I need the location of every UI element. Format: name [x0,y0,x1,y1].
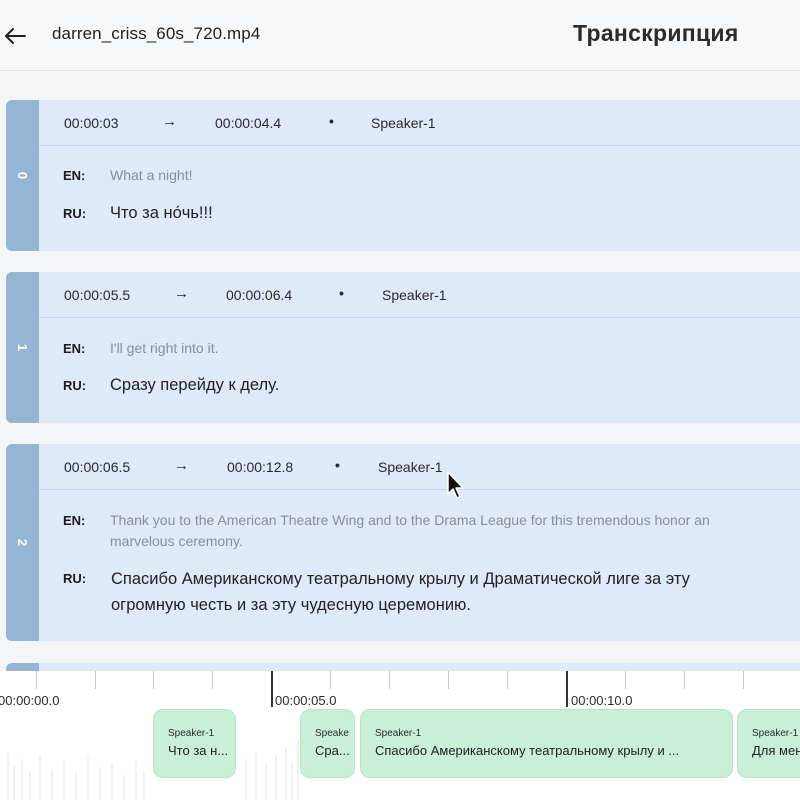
speaker-label[interactable]: Speaker-1 [382,287,447,303]
en-text[interactable]: I'll get right into it. [110,337,219,359]
timeline[interactable]: 00:00:00.0 00:00:05.0 00:00:10.0 Speaker… [0,671,800,800]
segment-meta: 00:00:06.5 → 00:00:12.8 • Speaker-1 [39,444,800,490]
clip-text: Для мен [752,743,800,758]
segment-index: 2 [14,538,30,547]
start-time[interactable]: 00:00:03 [64,115,119,131]
timeline-clip-3[interactable]: Speaker-1 Для мен [737,709,800,778]
clip-speaker: Speake [315,728,349,739]
clip-text: Спасибо Американскому театральному крылу… [375,743,680,758]
ruler-tick [389,671,390,689]
clip-speaker: Speaker-1 [752,728,799,739]
ruler-tick [153,671,154,689]
ruler-tick [625,671,626,689]
timeline-clip-2[interactable]: Speaker-1 Спасибо Американскому театраль… [360,709,733,778]
ruler-label: 00:00:10.0 [571,693,635,708]
ru-label: RU: [63,378,87,393]
ruler-tick-major [271,671,273,707]
arrow-right-icon: → [174,457,189,474]
separator-dot: • [335,457,340,473]
ru-text[interactable]: Что за но́чь!!! [110,200,213,226]
ru-text-line-2[interactable]: огромную честь и за эту чудесную церемон… [111,592,471,618]
ru-text-line-1[interactable]: Спасибо Американскому театральному крылу… [111,566,690,592]
en-text-line-2[interactable]: marvelous ceremony. [110,530,243,552]
segment-index-strip [6,663,39,671]
clip-speaker: Speaker-1 [375,728,422,739]
en-text-line-1[interactable]: Thank you to the American Theatre Wing a… [110,509,710,531]
start-time[interactable]: 00:00:06.5 [64,459,130,475]
ruler-tick [330,671,331,689]
end-time[interactable]: 00:00:04.4 [215,115,281,131]
ruler-tick [684,671,685,689]
clip-text: Что за н... [168,743,229,758]
file-name: darren_criss_60s_720.mp4 [52,24,261,43]
ruler-label: 00:00:00.0 [0,693,62,708]
clip-speaker: Speaker-1 [168,728,215,739]
back-button[interactable] [2,22,28,50]
mouse-cursor-icon [447,471,464,499]
ruler-tick [448,671,449,689]
arrow-left-icon [5,28,26,44]
app-root: darren_criss_60s_720.mp4 Транскрипция 0 … [0,0,800,800]
speaker-label[interactable]: Speaker-1 [378,459,443,475]
speaker-label[interactable]: Speaker-1 [371,115,436,131]
segment-index-strip: 0 [6,100,39,251]
clip-text: Сра... [315,743,350,758]
time-ruler[interactable]: 00:00:00.0 00:00:05.0 00:00:10.0 [0,671,800,708]
ru-text[interactable]: Сразу перейду к делу. [110,372,279,398]
segment-meta: 00:00:03 → 00:00:04.4 • Speaker-1 [39,100,800,146]
ruler-tick [95,671,96,689]
segment-card-1[interactable]: 1 00:00:05.5 → 00:00:06.4 • Speaker-1 EN… [6,272,800,423]
en-label: EN: [63,168,86,183]
start-time[interactable]: 00:00:05.5 [64,287,130,303]
en-text[interactable]: What a night! [110,164,193,186]
timeline-clip-1[interactable]: Speake Сра... [300,709,355,778]
page-title: Транскрипция [573,20,739,46]
ruler-tick [212,671,213,689]
en-label: EN: [63,513,86,528]
timeline-clip-0[interactable]: Speaker-1 Что за н... [153,709,236,778]
segment-index: 1 [14,343,30,352]
separator-dot: • [339,285,344,301]
segment-index-strip: 2 [6,444,39,641]
header-bar: darren_criss_60s_720.mp4 Транскрипция [0,0,800,71]
segment-index-strip: 1 [6,272,39,423]
arrow-right-icon: → [174,285,189,302]
segment-meta: 00:00:05.5 → 00:00:06.4 • Speaker-1 [39,272,800,318]
segment-card-0[interactable]: 0 00:00:03 → 00:00:04.4 • Speaker-1 EN: … [6,100,800,251]
ru-label: RU: [63,206,87,221]
segment-index: 0 [14,171,30,180]
ru-label: RU: [63,571,87,586]
segment-card-3[interactable] [6,663,800,671]
segment-list[interactable]: 0 00:00:03 → 00:00:04.4 • Speaker-1 EN: … [0,71,800,671]
arrow-right-icon: → [162,113,177,130]
end-time[interactable]: 00:00:12.8 [227,459,293,475]
ruler-tick-major [566,671,568,707]
ruler-tick [507,671,508,689]
ruler-label: 00:00:05.0 [275,693,339,708]
end-time[interactable]: 00:00:06.4 [226,287,292,303]
ruler-tick [743,671,744,689]
separator-dot: • [329,113,334,129]
en-label: EN: [63,341,86,356]
ruler-tick [36,671,37,689]
segment-card-2[interactable]: 2 00:00:06.5 → 00:00:12.8 • Speaker-1 EN… [6,444,800,641]
